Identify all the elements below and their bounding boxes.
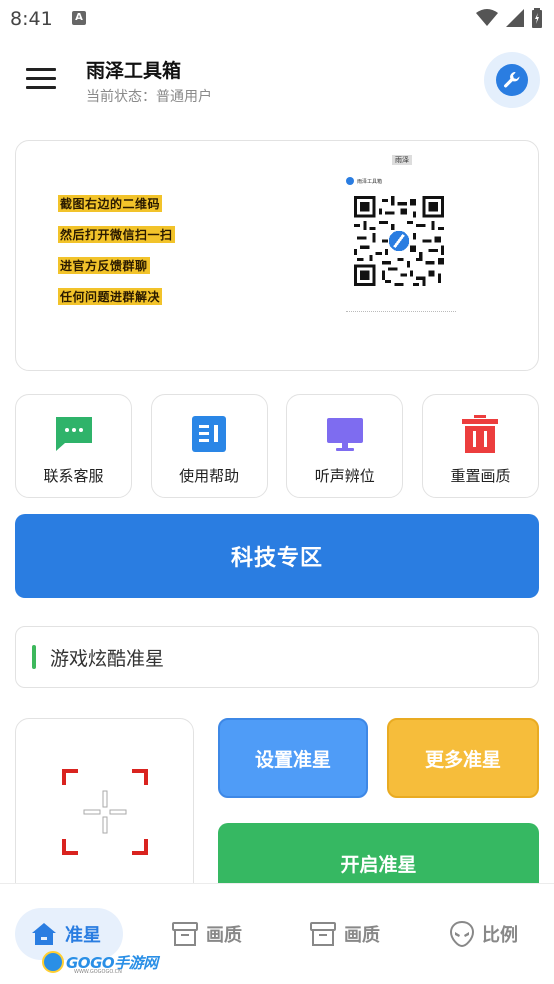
set-crosshair-button[interactable]: 设置准星 (218, 718, 368, 798)
quick-action-label: 使用帮助 (179, 467, 240, 485)
notification-icon: A (72, 11, 86, 25)
crosshair-icon (62, 769, 148, 855)
quick-action-label: 联系客服 (43, 467, 104, 485)
reset-quality-button[interactable]: 重置画质 (421, 394, 539, 498)
banner-line: 进官方反馈群聊 (58, 257, 150, 274)
section-title: 游戏炫酷准星 (50, 648, 165, 670)
watermark-url: WWW.GOGOGO.CN (74, 969, 122, 975)
wrench-icon (346, 177, 354, 185)
banner-line: 截图右边的二维码 (58, 195, 163, 212)
section-accent-bar (32, 645, 36, 669)
app-title: 雨泽工具箱 (86, 60, 182, 82)
archive-icon (172, 922, 198, 946)
qr-card: 雨泽 雨泽工具箱 (346, 151, 476, 321)
nav-label: 准星 (65, 925, 101, 946)
quick-action-label: 重置画质 (450, 467, 511, 485)
nav-label: 画质 (206, 925, 242, 946)
qr-brand-text: 雨泽工具箱 (357, 178, 383, 185)
status-time: 8:41 (10, 8, 53, 30)
signal-icon (506, 9, 524, 27)
nav-label: 画质 (344, 925, 380, 946)
feedback-banner[interactable]: 截图右边的二维码 然后打开微信扫一扫 进官方反馈群聊 任何问题进群解决 雨泽 雨… (15, 140, 539, 371)
watermark-logo-icon (42, 951, 64, 973)
quick-actions: 联系客服 使用帮助 听声辨位 重置画质 (15, 394, 539, 498)
banner-line: 任何问题进群解决 (58, 288, 163, 305)
chat-icon (55, 415, 93, 453)
qr-code (354, 196, 444, 286)
help-button[interactable]: 使用帮助 (150, 394, 268, 498)
tech-zone-button[interactable]: 科技专区 (15, 514, 539, 598)
battery-icon (532, 8, 542, 28)
wifi-icon (476, 9, 498, 26)
banner-line: 然后打开微信扫一扫 (58, 226, 175, 243)
nav-quality-1[interactable]: 画质 (172, 908, 242, 960)
status-indicators (476, 8, 542, 28)
nav-quality-2[interactable]: 画质 (310, 908, 380, 960)
sound-locate-button[interactable]: 听声辨位 (286, 394, 404, 498)
site-watermark: GOGO手游网 WWW.GOGOGO.CN (42, 950, 158, 975)
wrench-icon (496, 64, 528, 96)
nav-ratio[interactable]: 比例 (450, 908, 518, 960)
qr-brand: 雨泽工具箱 (346, 177, 382, 185)
quick-action-label: 听声辨位 (314, 467, 375, 485)
tools-button[interactable] (484, 52, 540, 108)
contact-support-button[interactable]: 联系客服 (15, 394, 132, 498)
document-icon (190, 415, 228, 453)
section-header: 游戏炫酷准星 (15, 626, 539, 688)
app-header: 雨泽工具箱 当前状态：普通用户 (0, 48, 554, 112)
menu-icon[interactable] (26, 68, 56, 92)
nav-label: 比例 (482, 925, 518, 946)
trash-icon (461, 415, 499, 453)
archive-icon (310, 922, 336, 946)
status-bar: 8:41 A (0, 0, 554, 38)
qr-footer-line (346, 311, 456, 313)
more-crosshair-button[interactable]: 更多准星 (387, 718, 539, 798)
monitor-icon (326, 415, 364, 453)
home-icon (32, 923, 56, 945)
alien-icon (450, 921, 474, 947)
qr-top-label: 雨泽 (392, 155, 412, 165)
user-status: 当前状态：普通用户 (86, 89, 212, 105)
